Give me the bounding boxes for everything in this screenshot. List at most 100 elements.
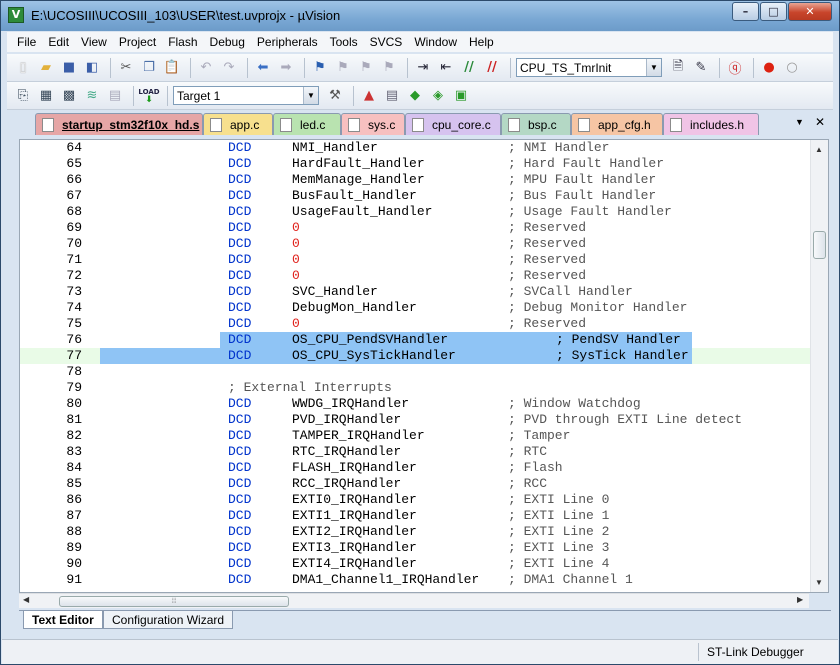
code-line[interactable]: 73 DCD SVC_Handler ; SVCall Handler [20, 284, 810, 300]
new-file-icon[interactable]: ▯ [13, 58, 33, 78]
nav-back-icon[interactable]: ⬅ [253, 58, 273, 78]
menu-window[interactable]: Window [408, 35, 463, 49]
translate-icon[interactable]: ⎘ [13, 86, 33, 106]
code-line[interactable]: 79 ; External Interrupts [20, 380, 810, 396]
code-line[interactable]: 71 DCD 0 ; Reserved [20, 252, 810, 268]
menu-flash[interactable]: Flash [162, 35, 203, 49]
uncomment-icon[interactable]: // [482, 58, 502, 78]
code-area[interactable]: 64 DCD NMI_Handler ; NMI Handler 65 DCD HardFa… [20, 140, 810, 592]
tab-app-c[interactable]: app.c [203, 113, 273, 135]
menu-help[interactable]: Help [463, 35, 500, 49]
open-folder-icon[interactable]: ▰ [36, 58, 56, 78]
menu-debug[interactable]: Debug [204, 35, 251, 49]
code-line[interactable]: 90 DCD EXTI4_IRQHandler ; EXTI Line 4 [20, 556, 810, 572]
code-editor[interactable]: 64 DCD NMI_Handler ; NMI Handler 65 DCD HardFa… [19, 139, 829, 593]
comment-icon[interactable]: // [459, 58, 479, 78]
code-line[interactable]: 76 DCD OS_CPU_PendSVHandler ; PendSV Handle… [20, 332, 810, 348]
horizontal-scroll-thumb[interactable]: ⦙⦙⦙ [59, 596, 289, 607]
menu-peripherals[interactable]: Peripherals [251, 35, 324, 49]
manage-run-time-icon[interactable]: ◆ [405, 86, 425, 106]
close-tab-icon[interactable]: ✕ [815, 115, 825, 129]
nav-forward-icon[interactable]: ➡ [276, 58, 296, 78]
tab-led-c[interactable]: led.c [273, 113, 341, 135]
cut-icon[interactable]: ✂ [116, 58, 136, 78]
bookmark-toggle-icon[interactable]: ⚑ [310, 58, 330, 78]
copy-icon[interactable]: ❐ [139, 58, 159, 78]
file-extensions-icon[interactable]: ▤ [382, 86, 402, 106]
menu-tools[interactable]: Tools [324, 35, 364, 49]
find-in-files-icon[interactable]: 🗎 [668, 58, 688, 78]
undo-icon[interactable]: ↶ [196, 58, 216, 78]
build-icon[interactable]: ▦ [36, 86, 56, 106]
scroll-down-arrow-icon[interactable]: ▼ [815, 578, 823, 587]
code-line[interactable]: 81 DCD PVD_IRQHandler ; PVD through EXTI Li… [20, 412, 810, 428]
code-line[interactable]: 68 DCD UsageFault_Handler ; Usage Fault Han… [20, 204, 810, 220]
code-line[interactable]: 75 DCD 0 ; Reserved [20, 316, 810, 332]
tab-app-cfg-h[interactable]: app_cfg.h [571, 113, 663, 135]
stop-build-icon[interactable]: ▤ [105, 86, 125, 106]
vertical-scrollbar[interactable]: ▲ ▼ [810, 140, 828, 592]
code-line[interactable]: 85 DCD RCC_IRQHandler ; RCC [20, 476, 810, 492]
tab-includes-h[interactable]: includes.h [663, 113, 759, 135]
download-icon[interactable]: LOAD ⬇ [138, 86, 159, 106]
disable-breakpoint-icon[interactable]: ○ [782, 58, 802, 78]
menu-svcs[interactable]: SVCS [364, 35, 409, 49]
target-combo[interactable]: Target 1 ▼ [173, 86, 319, 105]
incremental-find-icon[interactable]: ✎ [691, 58, 711, 78]
bookmark-clear-icon[interactable]: ⚑ [379, 58, 399, 78]
tab-startup-stm32f10x-hd-s[interactable]: startup_stm32f10x_hd.s [35, 113, 203, 135]
tab-bsp-c[interactable]: bsp.c [501, 113, 571, 135]
code-line[interactable]: 89 DCD EXTI3_IRQHandler ; EXTI Line 3 [20, 540, 810, 556]
find-combo[interactable]: CPU_TS_TmrInit ▼ [516, 58, 662, 77]
code-line[interactable]: 67 DCD BusFault_Handler ; Bus Fault Handler [20, 188, 810, 204]
tab-configuration-wizard[interactable]: Configuration Wizard [103, 611, 234, 629]
scroll-up-arrow-icon[interactable]: ▲ [815, 145, 823, 154]
select-packs-icon[interactable]: ◈ [428, 86, 448, 106]
save-all-icon[interactable]: ◧ [82, 58, 102, 78]
maximize-button[interactable]: □ [760, 2, 787, 21]
minimize-button[interactable]: – [732, 2, 759, 21]
indent-icon[interactable]: ⇥ [413, 58, 433, 78]
tab-cpu-core-c[interactable]: cpu_core.c [405, 113, 501, 135]
code-line[interactable]: 64 DCD NMI_Handler ; NMI Handler [20, 140, 810, 156]
tab-sys-c[interactable]: sys.c [341, 113, 405, 135]
code-line[interactable]: 66 DCD MemManage_Handler ; MPU Fault Handle… [20, 172, 810, 188]
scroll-left-arrow-icon[interactable]: ◀ [23, 595, 29, 604]
debug-session-icon[interactable]: ⓠ [725, 58, 745, 78]
target-options-icon[interactable]: ⚒ [325, 86, 345, 106]
code-line[interactable]: 82 DCD TAMPER_IRQHandler ; Tamper [20, 428, 810, 444]
horizontal-scrollbar[interactable]: ◀ ⦙⦙⦙ ▶ [19, 593, 809, 608]
batch-build-icon[interactable]: ≋ [82, 86, 102, 106]
code-line[interactable]: 70 DCD 0 ; Reserved [20, 236, 810, 252]
code-line[interactable]: 87 DCD EXTI1_IRQHandler ; EXTI Line 1 [20, 508, 810, 524]
manage-components-icon[interactable]: ▲ [359, 86, 379, 106]
paste-icon[interactable]: 📋 [162, 58, 182, 78]
code-line[interactable]: 74 DCD DebugMon_Handler ; Debug Monitor Han… [20, 300, 810, 316]
code-line[interactable]: 91 DCD DMA1_Channel1_IRQHandler ; DMA1 Chan… [20, 572, 810, 588]
breakpoint-icon[interactable]: ● [759, 58, 779, 78]
tab-text-editor[interactable]: Text Editor [23, 611, 103, 629]
rebuild-icon[interactable]: ▩ [59, 86, 79, 106]
code-line[interactable]: 72 DCD 0 ; Reserved [20, 268, 810, 284]
menu-view[interactable]: View [75, 35, 113, 49]
chevron-down-icon[interactable]: ▼ [303, 87, 318, 104]
chevron-down-icon[interactable]: ▼ [646, 59, 661, 76]
redo-icon[interactable]: ↷ [219, 58, 239, 78]
code-line[interactable]: 88 DCD EXTI2_IRQHandler ; EXTI Line 2 [20, 524, 810, 540]
close-button[interactable]: ✕ [788, 2, 832, 21]
code-line[interactable]: 86 DCD EXTI0_IRQHandler ; EXTI Line 0 [20, 492, 810, 508]
scroll-right-arrow-icon[interactable]: ▶ [797, 595, 803, 604]
menu-project[interactable]: Project [113, 35, 162, 49]
code-line[interactable]: 69 DCD 0 ; Reserved [20, 220, 810, 236]
vertical-scroll-thumb[interactable] [813, 231, 826, 259]
bookmark-next-icon[interactable]: ⚑ [356, 58, 376, 78]
bookmark-prev-icon[interactable]: ⚑ [333, 58, 353, 78]
code-line[interactable]: 78 [20, 364, 810, 380]
menu-edit[interactable]: Edit [42, 35, 75, 49]
tab-list-dropdown-icon[interactable]: ▼ [795, 117, 804, 127]
menu-file[interactable]: File [11, 35, 42, 49]
code-line[interactable]: 65 DCD HardFault_Handler ; Hard Fault Handl… [20, 156, 810, 172]
code-line[interactable]: 84 DCD FLASH_IRQHandler ; Flash [20, 460, 810, 476]
code-line[interactable]: 83 DCD RTC_IRQHandler ; RTC [20, 444, 810, 460]
unindent-icon[interactable]: ⇤ [436, 58, 456, 78]
